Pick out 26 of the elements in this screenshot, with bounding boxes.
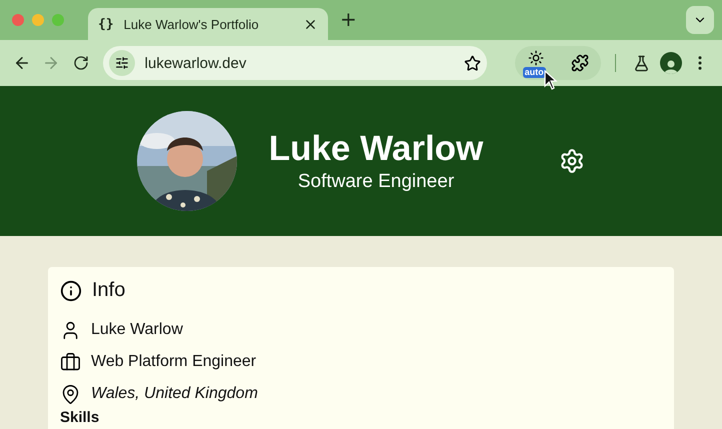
tab-favicon: {} (98, 16, 114, 32)
site-settings-icon[interactable] (108, 50, 135, 76)
address-bar[interactable]: lukewarlow.dev (102, 46, 487, 80)
settings-icon[interactable] (559, 148, 586, 174)
profile-name: Luke Warlow (268, 129, 484, 169)
info-icon (60, 280, 82, 302)
tab-title: Luke Warlow's Portfolio (124, 16, 260, 32)
info-text: Luke Warlow (91, 321, 183, 339)
card-title: Info (92, 279, 126, 302)
reload-icon[interactable] (72, 55, 89, 71)
extension-badge: auto (522, 67, 546, 78)
new-tab-button[interactable]: + (334, 7, 363, 31)
info-text: Web Platform Engineer (91, 353, 256, 371)
url-text: lukewarlow.dev (144, 54, 248, 72)
browser-tab[interactable]: {} Luke Warlow's Portfolio (88, 8, 328, 40)
mouse-cursor-icon (544, 70, 558, 90)
section-title: Skills (60, 410, 100, 425)
sun-icon (528, 50, 544, 66)
profile-avatar-icon[interactable] (660, 52, 682, 74)
info-text: Wales, United Kingdom (91, 385, 258, 403)
briefcase-icon (60, 352, 81, 372)
profile-role: Software Engineer (298, 171, 454, 193)
puzzle-icon[interactable] (570, 54, 589, 72)
flask-icon[interactable] (632, 54, 650, 72)
bookmark-star-icon[interactable] (464, 54, 481, 72)
location-pin-icon (60, 384, 81, 404)
